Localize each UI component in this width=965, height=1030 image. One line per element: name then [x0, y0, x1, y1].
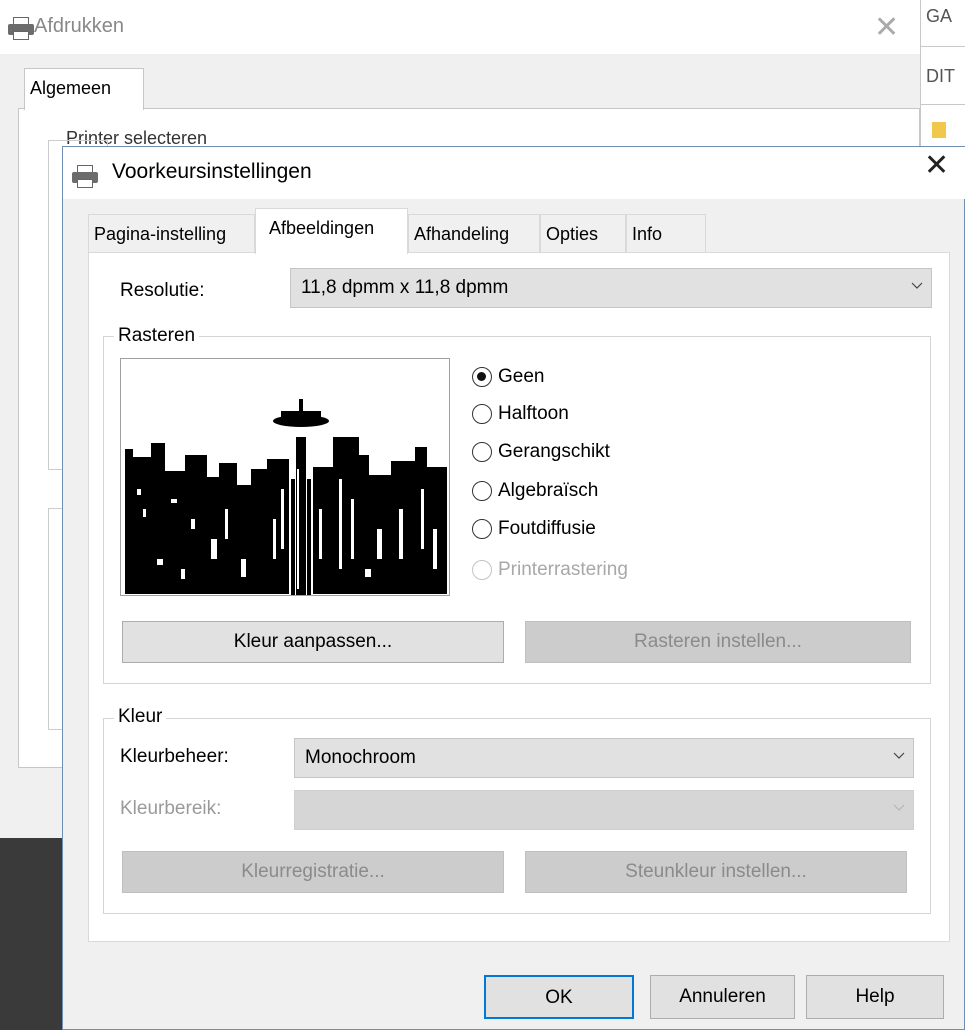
radio-label: Printerrastering — [498, 559, 628, 580]
color-group-label: Kleur — [114, 706, 167, 728]
radio-label: Algebraïsch — [498, 480, 599, 501]
radio-button[interactable] — [472, 404, 492, 424]
dithering-group-label: Rasteren — [114, 325, 200, 347]
resolution-dropdown[interactable]: 11,8 dpmm x 11,8 dpmm — [290, 268, 932, 308]
resolution-label: Resolutie: — [120, 280, 205, 301]
resolution-value: 11,8 dpmm x 11,8 dpmm — [301, 277, 509, 298]
radio-label: Geen — [498, 366, 545, 387]
color-management-label: Kleurbeheer: — [120, 746, 229, 767]
desktop-background — [0, 838, 70, 1030]
folder-icon — [932, 122, 946, 138]
adjust-color-button[interactable]: Kleur aanpassen... — [122, 621, 504, 663]
color-management-value: Monochroom — [305, 747, 416, 768]
spot-color-button: Steunkleur instellen... — [525, 851, 907, 893]
tab-handling[interactable]: Afhandeling — [408, 214, 540, 252]
color-management-dropdown[interactable]: Monochroom — [294, 738, 914, 778]
print-window-titlebar — [0, 0, 920, 54]
printer-icon — [70, 164, 102, 190]
radio-button[interactable] — [472, 519, 492, 539]
color-range-label: Kleurbereik: — [120, 798, 222, 819]
skyline-preview-image — [120, 358, 450, 596]
print-window-title: Afdrukken — [34, 15, 125, 37]
radio-button[interactable] — [472, 442, 492, 462]
tab-options[interactable]: Opties — [540, 214, 626, 252]
tab-general-label: Algemeen — [30, 78, 112, 98]
color-calibration-button: Kleurregistratie... — [122, 851, 504, 893]
close-icon[interactable]: ✕ — [924, 148, 949, 183]
chevron-down-icon — [893, 752, 905, 759]
skyline-graphic — [125, 399, 447, 595]
cancel-button[interactable]: Annuleren — [650, 975, 795, 1019]
chevron-down-icon — [911, 282, 923, 289]
radio-button[interactable] — [472, 481, 492, 501]
radio-label: Halftoon — [498, 403, 569, 424]
color-range-dropdown — [294, 790, 914, 830]
dithering-settings-button: Rasteren instellen... — [525, 621, 911, 663]
tab-page-setup[interactable]: Pagina-instelling — [88, 214, 255, 252]
help-button[interactable]: Help — [806, 975, 944, 1019]
radio-label: Foutdiffusie — [498, 518, 596, 539]
dialog-title: Voorkeursinstellingen — [112, 160, 312, 183]
divider — [920, 46, 965, 47]
tab-info[interactable]: Info — [626, 214, 706, 252]
ok-button[interactable]: OK — [484, 975, 634, 1019]
radio-label: Gerangschikt — [498, 441, 610, 462]
background-side-text: GA — [926, 6, 953, 26]
close-icon[interactable]: ✕ — [874, 10, 899, 45]
tab-graphics[interactable]: Afbeeldingen — [255, 208, 408, 254]
radio-button[interactable] — [472, 367, 492, 387]
background-side-text: DIT — [926, 66, 955, 86]
divider — [920, 104, 965, 105]
chevron-down-icon — [893, 804, 905, 811]
radio-button — [472, 560, 492, 580]
